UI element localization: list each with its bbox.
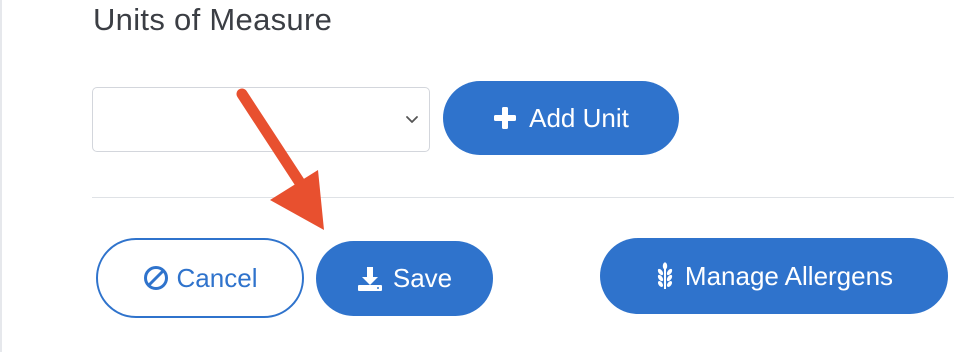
add-unit-button[interactable]: Add Unit	[443, 81, 679, 155]
section-title: Units of Measure	[93, 2, 333, 37]
manage-allergens-button[interactable]: Manage Allergens	[600, 238, 948, 314]
save-label: Save	[392, 263, 453, 293]
cancel-button[interactable]: Cancel	[96, 238, 304, 318]
plus-icon	[493, 106, 517, 130]
cancel-label: Cancel	[176, 262, 258, 293]
manage-allergens-label: Manage Allergens	[684, 260, 894, 291]
chevron-down-icon	[406, 116, 418, 123]
wheat-icon	[655, 262, 675, 290]
ban-icon	[143, 265, 169, 291]
left-border	[0, 0, 2, 352]
annotation-arrow	[236, 88, 324, 230]
download-icon	[357, 266, 383, 292]
save-button[interactable]: Save	[316, 241, 493, 316]
page: Units of Measure Add Unit Cancel Save Ma…	[0, 0, 954, 352]
add-unit-label: Add Unit	[529, 102, 629, 133]
